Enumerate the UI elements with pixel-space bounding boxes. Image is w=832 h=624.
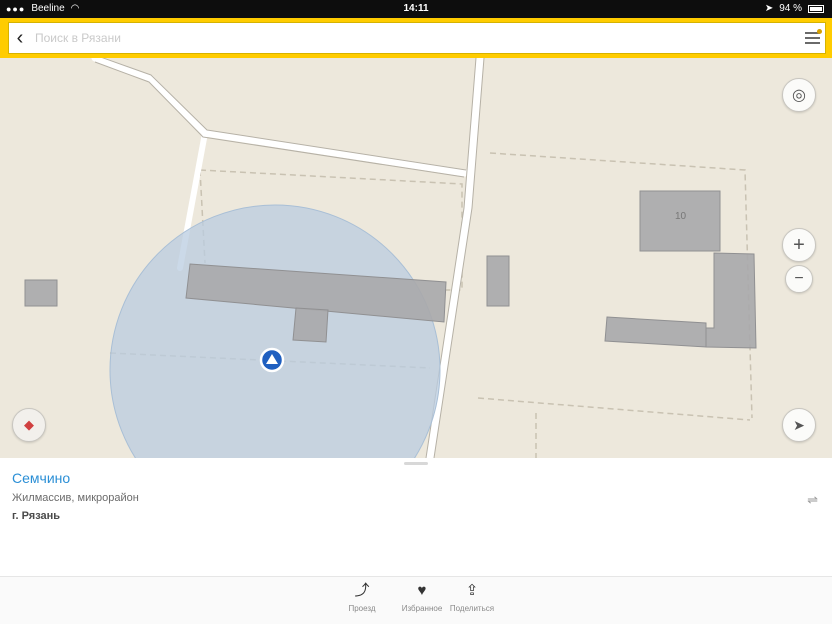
action-bar: ⤴ Проезд ♥ Избранное ⇪ Поделиться xyxy=(0,576,832,624)
map-canvas xyxy=(24,58,757,458)
battery-icon xyxy=(808,4,824,13)
building-number-label: 10 xyxy=(675,211,687,222)
navigation-arrow-icon: ➤ xyxy=(793,416,805,433)
my-location-button[interactable]: ➤ xyxy=(782,408,816,442)
boundary-line xyxy=(477,397,751,421)
layers-button[interactable]: ◎ xyxy=(782,78,816,112)
minus-icon: − xyxy=(794,270,804,287)
route-action-label: Проезд xyxy=(348,604,376,613)
drag-handle[interactable] xyxy=(404,462,428,465)
share-icon: ⇪ xyxy=(465,582,479,599)
battery-percent: 94 % xyxy=(779,3,802,14)
compass-button[interactable]: ◆ xyxy=(12,408,46,442)
route-icon: ⤴ xyxy=(354,582,370,599)
place-city: г. Рязань xyxy=(12,510,61,522)
zoom-out-button[interactable]: − xyxy=(785,265,813,293)
place-card[interactable]: Семчино Жилмассив, микрорайон г. Рязань … xyxy=(0,458,832,576)
back-chevron-icon[interactable]: ‹ xyxy=(9,23,31,53)
status-bar: ●●● Beeline ◠ 14:11 ➤ 94 % xyxy=(0,0,832,18)
heart-icon: ♥ xyxy=(417,582,427,599)
favorite-action-label: Избранное xyxy=(401,604,443,613)
building xyxy=(24,279,58,307)
place-name: Семчино xyxy=(12,470,71,486)
building xyxy=(292,307,329,343)
route-distance-icon[interactable]: ⇌ xyxy=(807,492,818,508)
location-services-icon: ➤ xyxy=(764,3,774,14)
layers-icon: ◎ xyxy=(792,87,806,104)
accuracy-circle xyxy=(109,204,441,458)
status-right: ➤ 94 % xyxy=(765,3,824,14)
building xyxy=(486,255,510,307)
map-view[interactable]: 10 ◎ + − ➤ ◆ xyxy=(0,58,832,458)
status-time: 14:11 xyxy=(403,3,429,14)
menu-icon[interactable] xyxy=(799,23,825,53)
place-type: Жилмассив, микрорайон xyxy=(12,492,139,504)
compass-icon: ◆ xyxy=(24,417,34,432)
plus-icon: + xyxy=(793,233,805,256)
building xyxy=(604,316,707,348)
zoom-in-button[interactable]: + xyxy=(782,228,816,262)
search-input[interactable]: Поиск в Рязани xyxy=(31,31,799,45)
top-bar: ‹ Поиск в Рязани xyxy=(0,18,832,58)
search-box[interactable]: ‹ Поиск в Рязани xyxy=(8,22,826,54)
building xyxy=(705,252,757,349)
route-action[interactable]: ⤴ Проезд xyxy=(332,581,392,613)
share-action-label: Поделиться xyxy=(449,604,495,613)
share-action[interactable]: ⇪ Поделиться xyxy=(442,581,502,613)
